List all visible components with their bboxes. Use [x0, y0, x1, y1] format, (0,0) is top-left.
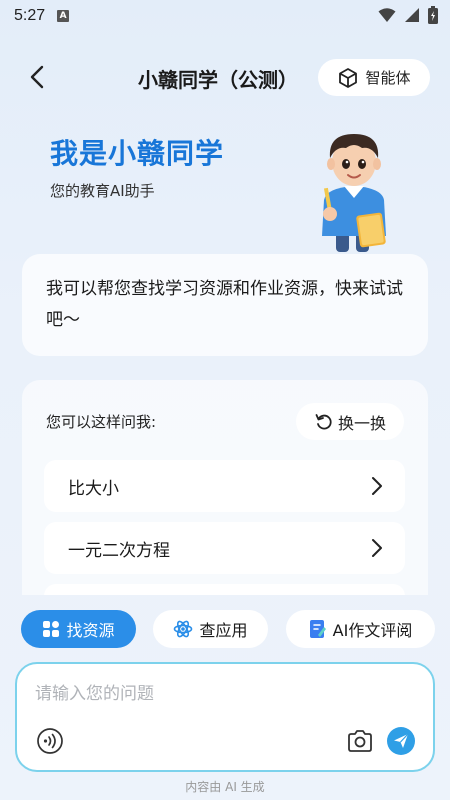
- chip-label: 找资源: [66, 621, 115, 640]
- document-pen-icon: [309, 620, 326, 638]
- chip-label: AI作文评阅: [332, 621, 413, 640]
- chat-input-box: [15, 662, 435, 772]
- page-title: 小赣同学（公测）: [138, 68, 298, 92]
- ai-generated-note: 内容由 AI 生成: [185, 780, 265, 794]
- voice-icon[interactable]: [36, 727, 64, 755]
- suggestion-label: 您可以这样问我:: [46, 413, 157, 431]
- battery-icon: [428, 6, 438, 24]
- status-bar: 5:27 A: [0, 0, 450, 32]
- quick-action-chips: 找资源 查应用 AI作文评阅: [0, 610, 450, 648]
- hero-subtitle: 您的教育AI助手: [50, 182, 155, 200]
- chevron-right-icon: [372, 477, 382, 495]
- back-button[interactable]: [22, 62, 52, 92]
- intro-text: 我可以帮您查找学习资源和作业资源，快来试试吧～: [46, 279, 403, 330]
- send-button[interactable]: [387, 727, 415, 755]
- suggestion-item[interactable]: 比大小: [44, 460, 405, 512]
- wifi-icon: [378, 8, 396, 22]
- paper-plane-icon: [394, 733, 409, 748]
- suggestion-item-label: 一元二次方程: [68, 540, 170, 561]
- suggestion-item[interactable]: 一元二次方程: [44, 522, 405, 574]
- grid-icon: [43, 621, 60, 637]
- boy-student-avatar: [322, 134, 386, 252]
- suggestion-item-label: 比大小: [68, 478, 119, 499]
- chip-ai-essay-review[interactable]: AI作文评阅: [286, 610, 435, 648]
- question-input[interactable]: [35, 684, 415, 704]
- notification-icon: A: [57, 10, 70, 22]
- agent-button-label: 智能体: [365, 69, 411, 87]
- chevron-right-icon: [372, 539, 382, 557]
- chevron-left-icon: [30, 65, 44, 89]
- top-bar: 小赣同学（公测） 智能体: [0, 56, 450, 100]
- status-icons: [378, 6, 438, 24]
- atom-icon: [174, 620, 193, 638]
- signal-icon: [405, 8, 419, 22]
- suggestion-card: 您可以这样问我: 换一换 比大小 一元二次方程: [22, 380, 428, 595]
- suggestion-item[interactable]: [44, 584, 405, 595]
- chip-check-apps[interactable]: 查应用: [153, 610, 268, 648]
- chip-find-resources[interactable]: 找资源: [21, 610, 136, 648]
- intro-card: 我可以帮您查找学习资源和作业资源，快来试试吧～: [22, 254, 428, 356]
- agent-button[interactable]: 智能体: [318, 59, 430, 96]
- refresh-button[interactable]: 换一换: [296, 403, 404, 440]
- cube-icon: [339, 67, 358, 88]
- chip-label: 查应用: [199, 621, 248, 640]
- refresh-icon: [315, 413, 332, 429]
- camera-icon[interactable]: [346, 728, 374, 754]
- refresh-label: 换一换: [337, 413, 386, 433]
- hero-title: 我是小赣同学: [50, 137, 225, 170]
- status-time: 5:27: [14, 7, 46, 24]
